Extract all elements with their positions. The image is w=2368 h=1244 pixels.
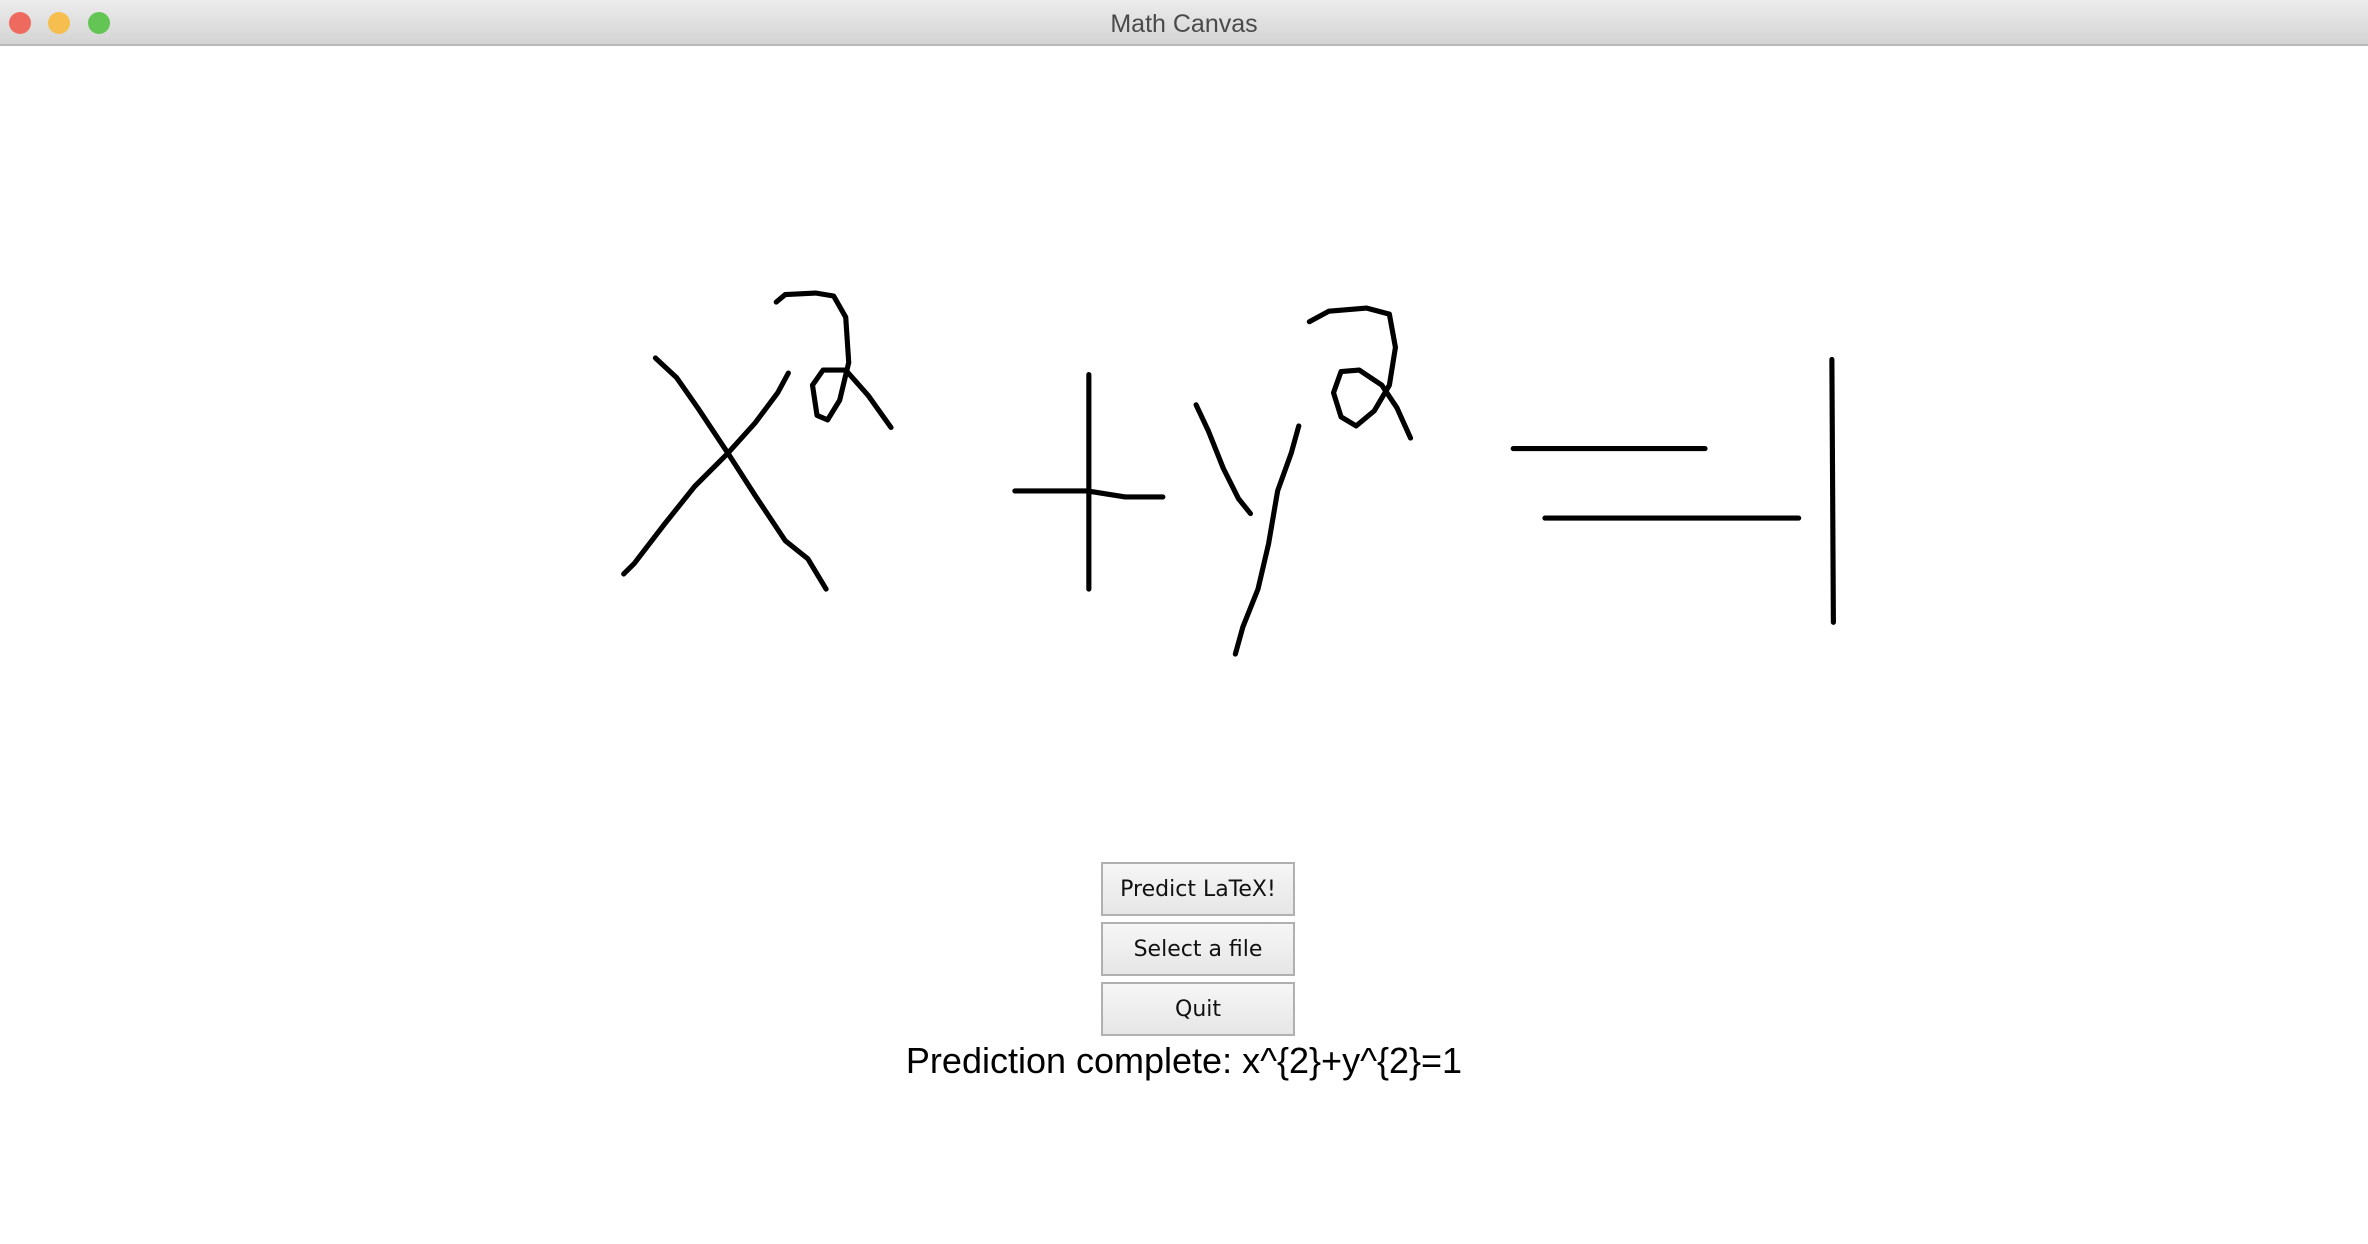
stroke-sup-2-a <box>773 290 894 431</box>
stroke-y-1 <box>1193 402 1254 517</box>
prediction-status: Prediction complete: x^{2}+y^{2}=1 <box>905 1040 1463 1081</box>
predict-latex-button[interactable]: Predict LaTeX! <box>1101 862 1295 916</box>
stroke-one <box>1829 356 1836 625</box>
window-title: Math Canvas <box>1110 10 1258 38</box>
stroke-x-1 <box>652 355 829 592</box>
stroke-x-2 <box>621 370 791 577</box>
stroke-sup-2-b <box>1306 305 1414 441</box>
quit-button[interactable]: Quit <box>1101 982 1295 1036</box>
stroke-y-2 <box>1232 423 1302 657</box>
select-file-button[interactable]: Select a file <box>1101 922 1295 976</box>
title-bar: Math Canvas <box>0 0 2368 46</box>
